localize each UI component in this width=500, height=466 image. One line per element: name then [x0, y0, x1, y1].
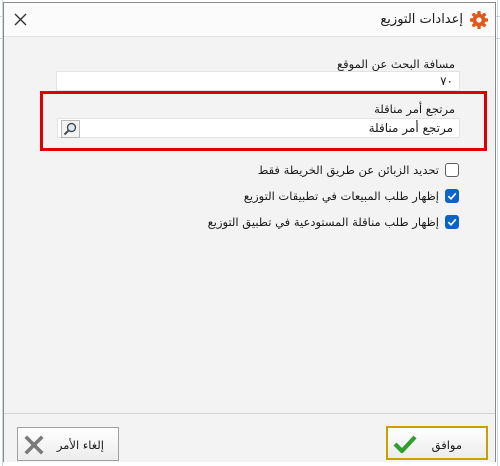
- search-distance-input[interactable]: [56, 71, 460, 91]
- background-gridline: [497, 0, 498, 466]
- show-sales-request-label: إظهار طلب المبيعات في تطبيقات التوزيع: [243, 189, 439, 203]
- ok-button-label: موافق: [431, 438, 462, 452]
- gear-icon: [469, 10, 489, 30]
- map-only-option[interactable]: تحديد الزبائن عن طريق الخريطة فقط: [39, 163, 459, 179]
- distribution-settings-dialog: إعدادات التوزيع مسافة البحث عن الموقع مر…: [3, 2, 496, 462]
- map-only-checkbox[interactable]: [445, 163, 459, 177]
- show-sales-request-checkbox[interactable]: [445, 189, 459, 203]
- dialog-title: إعدادات التوزيع: [380, 12, 463, 27]
- x-icon: [24, 435, 44, 458]
- map-only-label: تحديد الزبائن عن طريق الخريطة فقط: [257, 163, 439, 177]
- title-bar: إعدادات التوزيع: [4, 3, 495, 37]
- cancel-button-label: إلغاء الأمر: [56, 438, 104, 452]
- show-warehouse-transfer-checkbox[interactable]: [445, 215, 459, 229]
- cancel-button[interactable]: إلغاء الأمر: [17, 427, 119, 461]
- checkmark-icon: [393, 433, 417, 458]
- transfer-ref-label: مرتجع أمر مناقلة: [374, 102, 455, 116]
- search-distance-label: مسافة البحث عن الموقع: [337, 57, 455, 71]
- close-icon[interactable]: [10, 9, 32, 31]
- show-sales-request-option[interactable]: إظهار طلب المبيعات في تطبيقات التوزيع: [39, 189, 459, 205]
- search-icon[interactable]: [61, 120, 80, 138]
- dialog-footer: إلغاء الأمر موافق: [4, 413, 495, 462]
- ok-button[interactable]: موافق: [386, 426, 488, 460]
- checkmark-icon: [447, 218, 457, 226]
- checkmark-icon: [447, 192, 457, 200]
- transfer-ref-input[interactable]: [57, 118, 460, 138]
- show-warehouse-transfer-label: إظهار طلب مناقلة المستودعية في تطبيق الت…: [207, 215, 439, 229]
- show-warehouse-transfer-option[interactable]: إظهار طلب مناقلة المستودعية في تطبيق الت…: [39, 215, 459, 231]
